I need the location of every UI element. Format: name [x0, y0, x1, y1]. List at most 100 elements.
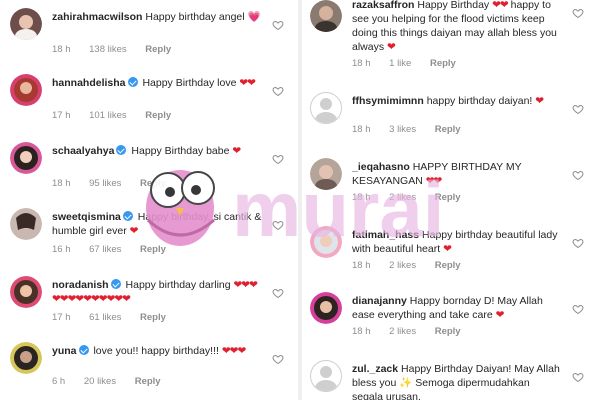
comment-likes[interactable]: 1 like: [389, 58, 411, 69]
heart-icon[interactable]: [272, 18, 286, 32]
reply-button[interactable]: Reply: [435, 192, 461, 203]
avatar[interactable]: [10, 342, 42, 374]
comment-likes[interactable]: 138 likes: [89, 44, 127, 55]
avatar[interactable]: [310, 0, 342, 32]
reply-button[interactable]: Reply: [140, 178, 166, 189]
comment-body: zul._zack Happy Birthday Daiyan! May All…: [352, 362, 562, 400]
comment-emoji: ❤: [443, 243, 452, 255]
comment-emoji: ❤: [535, 95, 544, 107]
comment-username[interactable]: yuna: [52, 345, 77, 357]
reply-button[interactable]: Reply: [140, 312, 166, 323]
comment-time: 6 h: [52, 376, 66, 387]
right-comment-column: razaksaffron Happy Birthday ❤❤ happy to …: [300, 0, 600, 400]
heart-icon[interactable]: [272, 218, 286, 232]
heart-icon[interactable]: [572, 168, 586, 182]
reply-button[interactable]: Reply: [135, 376, 161, 387]
comment-meta: 17 h 101 likes Reply: [52, 110, 187, 121]
avatar[interactable]: [310, 92, 342, 124]
comment-body: hannahdelisha Happy Birthday love ❤❤: [52, 76, 262, 90]
comment-username[interactable]: dianajanny: [352, 295, 407, 307]
avatar[interactable]: [10, 8, 42, 40]
comments-page: zahirahmacwilson Happy birthday angel 💗 …: [0, 0, 600, 400]
comment-meta: 6 h 20 likes Reply: [52, 376, 177, 387]
heart-icon[interactable]: [272, 286, 286, 300]
verified-badge-icon: [127, 77, 138, 87]
comment-body: noradanish Happy birthday darling ❤❤❤❤❤❤…: [52, 278, 262, 306]
heart-icon[interactable]: [572, 370, 586, 384]
comment-username[interactable]: noradanish: [52, 279, 109, 291]
comment-emoji: ❤: [232, 145, 241, 157]
comment-text: Happy Birthday: [417, 0, 490, 11]
comment-username[interactable]: hannahdelisha: [52, 77, 126, 89]
reply-button[interactable]: Reply: [140, 244, 166, 255]
avatar[interactable]: [310, 158, 342, 190]
avatar[interactable]: [310, 292, 342, 324]
comment-meta: 18 h 2 likes Reply: [352, 192, 477, 203]
avatar[interactable]: [10, 74, 42, 106]
comment-emoji: ❤: [495, 309, 505, 321]
reply-button[interactable]: Reply: [145, 110, 171, 121]
comment-username[interactable]: razaksaffron: [352, 0, 414, 11]
comment-emoji: ❤❤❤: [221, 345, 246, 357]
avatar[interactable]: [10, 276, 42, 308]
verified-badge-icon: [78, 345, 89, 355]
comment-username[interactable]: zahirahmacwilson: [52, 11, 142, 23]
comment-body: sweetqismina Happy birthday, si cantik &…: [52, 210, 262, 238]
comment-meta: 18 h 95 likes Reply: [52, 178, 182, 189]
comment-likes[interactable]: 2 likes: [389, 192, 416, 203]
comment-likes[interactable]: 20 likes: [84, 376, 116, 387]
comment-body: schaalyahya Happy Birthday babe ❤: [52, 144, 262, 158]
heart-icon[interactable]: [272, 84, 286, 98]
reply-button[interactable]: Reply: [430, 58, 456, 69]
comment-time: 17 h: [52, 312, 71, 323]
comment-username[interactable]: schaalyahya: [52, 145, 114, 157]
comment-likes[interactable]: 101 likes: [89, 110, 127, 121]
comment-time: 16 h: [52, 244, 71, 255]
comment-time: 18 h: [52, 44, 71, 55]
verified-badge-icon: [110, 279, 121, 289]
comment-meta: 18 h 1 like Reply: [352, 58, 472, 69]
comment-likes[interactable]: 3 likes: [389, 124, 416, 135]
avatar[interactable]: [10, 142, 42, 174]
comment-likes[interactable]: 2 likes: [389, 260, 416, 271]
heart-icon[interactable]: [572, 302, 586, 316]
comment-username[interactable]: fatimah_hass: [352, 229, 419, 241]
comment-emoji: ✨: [399, 377, 413, 389]
heart-icon[interactable]: [272, 352, 286, 366]
comment-time: 18 h: [352, 260, 371, 271]
comment-username[interactable]: _ieqahasno: [352, 161, 410, 173]
comment-body: zahirahmacwilson Happy birthday angel 💗: [52, 10, 262, 24]
comment-emoji: ❤❤: [239, 77, 256, 89]
heart-icon[interactable]: [572, 102, 586, 116]
heart-icon[interactable]: [572, 236, 586, 250]
comment-body: razaksaffron Happy Birthday ❤❤ happy to …: [352, 0, 562, 54]
comment-text: love you!! happy birthday!!!: [93, 345, 219, 357]
avatar[interactable]: [310, 360, 342, 392]
comment-username[interactable]: zul._zack: [352, 363, 398, 375]
comment-time: 18 h: [352, 58, 371, 69]
comment-emoji: ❤❤: [492, 0, 509, 11]
comment-text: Happy birthday darling: [125, 279, 231, 291]
comment-username[interactable]: sweetqismina: [52, 211, 121, 223]
left-comment-column: zahirahmacwilson Happy birthday angel 💗 …: [0, 0, 300, 400]
comment-likes[interactable]: 67 likes: [89, 244, 121, 255]
comment-likes[interactable]: 61 likes: [89, 312, 121, 323]
comment-emoji: ❤: [129, 225, 139, 237]
reply-button[interactable]: Reply: [435, 326, 461, 337]
heart-icon[interactable]: [572, 6, 586, 20]
reply-button[interactable]: Reply: [145, 44, 171, 55]
comment-emoji: 💗: [247, 11, 261, 23]
avatar[interactable]: [310, 226, 342, 258]
reply-button[interactable]: Reply: [435, 260, 461, 271]
comment-time: 18 h: [52, 178, 71, 189]
verified-badge-icon: [116, 145, 127, 155]
heart-icon[interactable]: [272, 152, 286, 166]
comment-username[interactable]: ffhsymimimnn: [352, 95, 424, 107]
comment-likes[interactable]: 2 likes: [389, 326, 416, 337]
comment-likes[interactable]: 95 likes: [89, 178, 121, 189]
avatar[interactable]: [10, 208, 42, 240]
comment-meta: 18 h 2 likes Reply: [352, 260, 477, 271]
comment-time: 17 h: [52, 110, 71, 121]
comment-text: Happy Birthday babe: [131, 145, 230, 157]
reply-button[interactable]: Reply: [435, 124, 461, 135]
